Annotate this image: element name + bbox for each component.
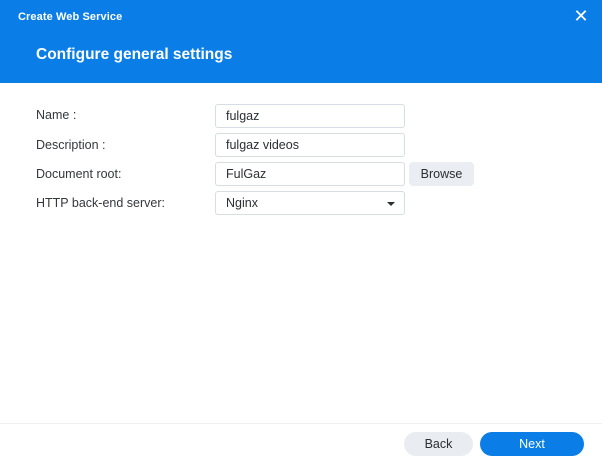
chevron-down-icon — [387, 202, 395, 206]
name-input[interactable] — [215, 104, 405, 128]
footer-divider — [0, 423, 602, 424]
description-label: Description : — [36, 138, 106, 152]
dialog-header: Create Web Service ✕ Configure general s… — [0, 0, 602, 83]
document-root-input[interactable] — [215, 162, 405, 186]
back-button[interactable]: Back — [404, 432, 473, 456]
next-button[interactable]: Next — [480, 432, 584, 456]
backend-server-value: Nginx — [226, 196, 258, 210]
window-title: Create Web Service — [18, 11, 123, 23]
name-label: Name : — [36, 108, 77, 122]
close-icon[interactable]: ✕ — [572, 7, 590, 25]
browse-button[interactable]: Browse — [409, 162, 474, 186]
document-root-label: Document root: — [36, 167, 122, 181]
backend-server-select[interactable]: Nginx — [215, 191, 405, 215]
description-input[interactable] — [215, 133, 405, 157]
create-web-service-dialog: Create Web Service ✕ Configure general s… — [0, 0, 602, 461]
backend-server-label: HTTP back-end server: — [36, 196, 165, 210]
step-title: Configure general settings — [36, 46, 233, 63]
